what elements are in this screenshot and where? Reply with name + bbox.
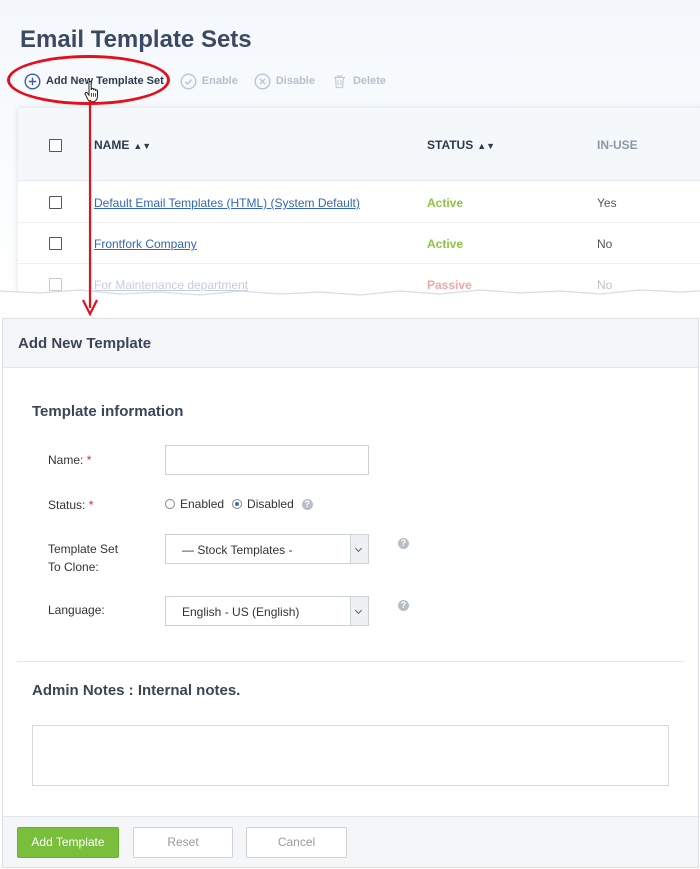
x-circle-icon: [254, 72, 271, 90]
clone-select-value: — Stock Templates -: [182, 543, 293, 557]
trash-icon: [331, 73, 348, 90]
column-header-status[interactable]: STATUS ▲▼: [427, 138, 495, 152]
section-divider: [17, 661, 684, 662]
status-label: Status: *: [48, 498, 94, 512]
sort-icon: ▲▼: [133, 141, 152, 151]
inuse-value: No: [597, 237, 613, 251]
page-title: Email Template Sets: [20, 26, 252, 53]
status-disabled-label: Disabled: [247, 497, 294, 511]
status-help-icon[interactable]: ?: [301, 498, 313, 510]
template-sets-table: NAME ▲▼ STATUS ▲▼ IN-USE Default Email Tem…: [18, 108, 700, 300]
enable-label: Enable: [201, 75, 238, 87]
admin-notes-textarea[interactable]: [32, 725, 669, 786]
status-disabled-radio[interactable]: [232, 499, 243, 509]
inuse-value: Yes: [597, 196, 617, 210]
status-enabled-radio[interactable]: [165, 499, 175, 509]
chevron-down-icon: [350, 597, 368, 625]
delete-button[interactable]: Delete: [331, 73, 386, 90]
row-checkbox[interactable]: [49, 196, 62, 209]
status-enabled-label: Enabled: [180, 497, 225, 511]
enable-button[interactable]: Enable: [180, 72, 238, 90]
add-template-dialog: Add New Template Template information Na…: [2, 318, 699, 868]
name-label: Name: *: [48, 453, 92, 467]
arrow-indicator: [82, 100, 98, 317]
column-header-inuse: IN-USE: [597, 138, 638, 152]
language-help-icon[interactable]: ?: [398, 600, 409, 611]
language-label: Language:: [48, 603, 105, 617]
torn-edge: [0, 289, 700, 315]
table-row: Frontfork Company Active No: [18, 223, 700, 264]
table-header: NAME ▲▼ STATUS ▲▼ IN-USE: [18, 108, 700, 181]
status-radio-group: Enabled Disabled ?: [165, 497, 313, 511]
template-set-link[interactable]: Frontfork Company: [94, 237, 197, 251]
clone-help-icon[interactable]: ?: [398, 538, 409, 549]
clone-select[interactable]: — Stock Templates -: [165, 534, 369, 564]
row-checkbox[interactable]: [49, 237, 62, 250]
template-sets-panel: Email Template Sets Add New Template Set…: [0, 0, 700, 300]
section-title-info: Template information: [32, 403, 184, 420]
add-template-button[interactable]: Add Template: [17, 827, 119, 858]
reset-button[interactable]: Reset: [133, 827, 233, 858]
disable-button[interactable]: Disable: [254, 72, 315, 90]
sort-icon: ▲▼: [477, 141, 496, 151]
dialog-header: Add New Template: [3, 319, 698, 368]
language-select[interactable]: English - US (English): [165, 596, 369, 626]
status-badge: Active: [427, 196, 464, 210]
column-header-name[interactable]: NAME ▲▼: [94, 138, 151, 152]
select-all-checkbox[interactable]: [49, 139, 62, 152]
dialog-footer: Add Template Reset Cancel: [3, 816, 698, 867]
section-title-notes: Admin Notes : Internal notes.: [32, 682, 241, 699]
cancel-button[interactable]: Cancel: [246, 827, 347, 858]
clone-label: Template Set To Clone:: [48, 542, 119, 574]
status-badge: Active: [427, 237, 464, 251]
dialog-title: Add New Template: [18, 335, 152, 352]
check-circle-icon: [180, 72, 197, 90]
chevron-down-icon: [350, 535, 368, 563]
template-set-link[interactable]: Default Email Templates (HTML) (System D…: [94, 196, 360, 210]
language-select-value: English - US (English): [182, 605, 300, 619]
table-row: Default Email Templates (HTML) (System D…: [18, 182, 700, 223]
disable-label: Disable: [275, 75, 315, 87]
delete-label: Delete: [352, 75, 387, 87]
name-input[interactable]: [165, 445, 369, 475]
